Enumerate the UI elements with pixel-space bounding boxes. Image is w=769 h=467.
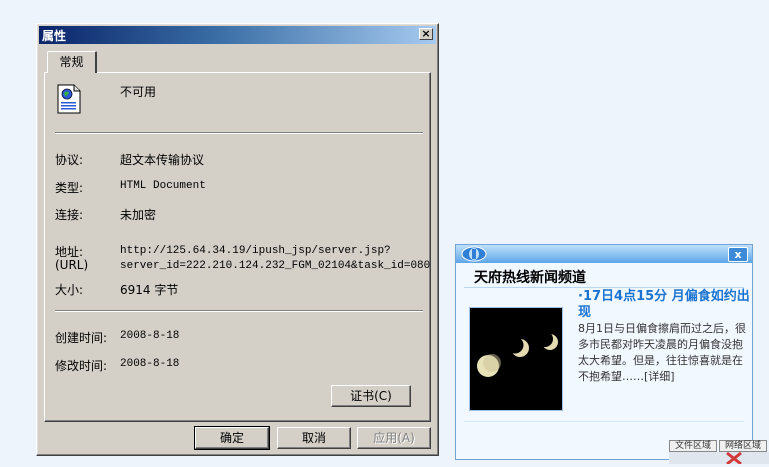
- properties-dialog: 属性 × 常规 不可用 协议: 超文本传输协议 类型: HTML Documen…: [36, 23, 439, 456]
- lunar-eclipse-photo: [469, 307, 563, 411]
- size-label: 大小:: [55, 283, 84, 297]
- size-value: 6914 字节: [120, 283, 179, 297]
- red-x-icon: [726, 451, 742, 466]
- news-divider: [464, 421, 744, 422]
- connection-label: 连接:: [55, 208, 84, 222]
- modified-value: 2008-8-18: [120, 358, 180, 370]
- ok-button[interactable]: 确定: [194, 426, 270, 450]
- news-body-text: 8月1日与日偏食擦肩而过之后，很多市民都对昨天凌晨的月偏食没抱太大希望。但是，往…: [578, 322, 746, 383]
- dialog-title: 属性: [42, 29, 67, 43]
- title-bar[interactable]: 属性 ×: [39, 26, 436, 44]
- news-headline-link[interactable]: ·17日4点15分 月偏食如约出现: [578, 289, 750, 321]
- news-title-bar: x: [456, 245, 752, 263]
- name-value: 不可用: [120, 85, 157, 99]
- protocol-label: 协议:: [55, 153, 84, 167]
- separator: [55, 310, 423, 312]
- created-label: 创建时间:: [55, 331, 108, 345]
- news-logo-icon: [461, 246, 487, 262]
- close-button[interactable]: ×: [419, 28, 433, 40]
- html-document-icon: [57, 84, 81, 114]
- news-divider: [464, 287, 744, 288]
- news-channel-title: 天府热线新闻频道: [474, 270, 586, 286]
- cancel-button[interactable]: 取消: [277, 427, 351, 449]
- news-close-button[interactable]: x: [728, 247, 748, 262]
- region-strip: [669, 451, 769, 466]
- certificate-button[interactable]: 证书(C): [331, 385, 411, 407]
- news-popup: x 天府热线新闻频道 ·17日4点15分 月偏食如约出现 8月1日与日偏食擦肩而…: [455, 244, 753, 460]
- tab-general[interactable]: 常规: [47, 51, 97, 73]
- modified-label: 修改时间:: [55, 359, 108, 373]
- address-line-1: http://125.64.34.19/ipush_jsp/server.jsp…: [120, 245, 391, 257]
- created-value: 2008-8-18: [120, 330, 180, 342]
- connection-value: 未加密: [120, 208, 157, 222]
- address-line-2: server_id=222.210.124.232_FGM_02104&task…: [120, 260, 431, 272]
- type-value: HTML Document: [120, 180, 206, 192]
- address-label-url: (URL): [55, 258, 89, 272]
- protocol-value: 超文本传输协议: [120, 153, 205, 167]
- apply-button[interactable]: 应用(A): [357, 427, 431, 449]
- type-label: 类型:: [55, 181, 84, 195]
- network-region-tab[interactable]: 网络区域: [719, 440, 767, 452]
- file-region-tab[interactable]: 文件区域: [669, 440, 717, 452]
- separator: [55, 132, 423, 134]
